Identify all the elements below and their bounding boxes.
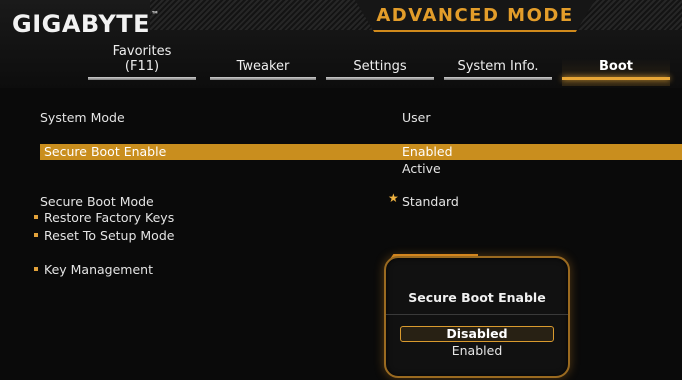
star-icon: ★ <box>388 191 399 205</box>
tab-favorites-label: Favorites (F11) <box>112 44 172 74</box>
secure-boot-enable-popup: Secure Boot Enable Disabled Enabled <box>384 256 570 378</box>
tab-boot[interactable]: Boot <box>562 40 670 86</box>
secure-boot-enable-row[interactable]: Secure Boot Enable Enabled <box>40 144 682 160</box>
secure-boot-enable-label: Secure Boot Enable <box>44 144 167 159</box>
mode-title: ADVANCED MODE <box>376 5 574 26</box>
tab-tweaker-underline <box>210 77 316 80</box>
reset-to-setup-mode[interactable]: Reset To Setup Mode <box>44 228 174 243</box>
tab-settings-label: Settings <box>353 59 407 74</box>
bullet-icon <box>34 267 38 271</box>
tab-tweaker[interactable]: Tweaker <box>210 40 316 86</box>
option-enabled[interactable]: Enabled <box>400 344 554 358</box>
option-disabled[interactable]: Disabled <box>400 326 554 342</box>
system-mode-value: User <box>402 110 431 125</box>
tab-settings[interactable]: Settings <box>326 40 434 86</box>
tab-favorites-underline <box>88 77 196 80</box>
restore-factory-keys[interactable]: Restore Factory Keys <box>44 210 174 225</box>
bullet-icon <box>34 215 38 219</box>
main-nav: Favorites (F11) Tweaker Settings System … <box>0 40 682 88</box>
secure-boot-mode-label: Secure Boot Mode <box>40 194 154 209</box>
popup-divider <box>386 314 568 315</box>
secure-boot-enable-value: Enabled <box>402 144 453 159</box>
popup-title: Secure Boot Enable <box>408 290 546 305</box>
tab-system-info-underline <box>444 77 552 80</box>
key-management[interactable]: Key Management <box>44 262 153 277</box>
boot-settings-panel: System Mode User Secure Boot Enable Enab… <box>0 88 682 380</box>
system-mode-label: System Mode <box>40 110 125 125</box>
gigabyte-logo: GIGABYTE™ <box>12 10 160 38</box>
tab-tweaker-label: Tweaker <box>236 59 290 74</box>
secure-boot-status: Active <box>402 161 441 176</box>
header-bar: GIGABYTE™ ADVANCED MODE Favorites (F11) … <box>0 0 682 88</box>
tab-system-info-label: System Info. <box>457 59 539 74</box>
tab-favorites[interactable]: Favorites (F11) <box>88 40 196 86</box>
tab-settings-underline <box>326 77 434 80</box>
tab-system-info[interactable]: System Info. <box>444 40 552 86</box>
tab-boot-label: Boot <box>599 59 633 74</box>
bullet-icon <box>34 233 38 237</box>
tab-boot-underline <box>562 77 670 80</box>
secure-boot-mode-value[interactable]: Standard <box>402 194 459 209</box>
